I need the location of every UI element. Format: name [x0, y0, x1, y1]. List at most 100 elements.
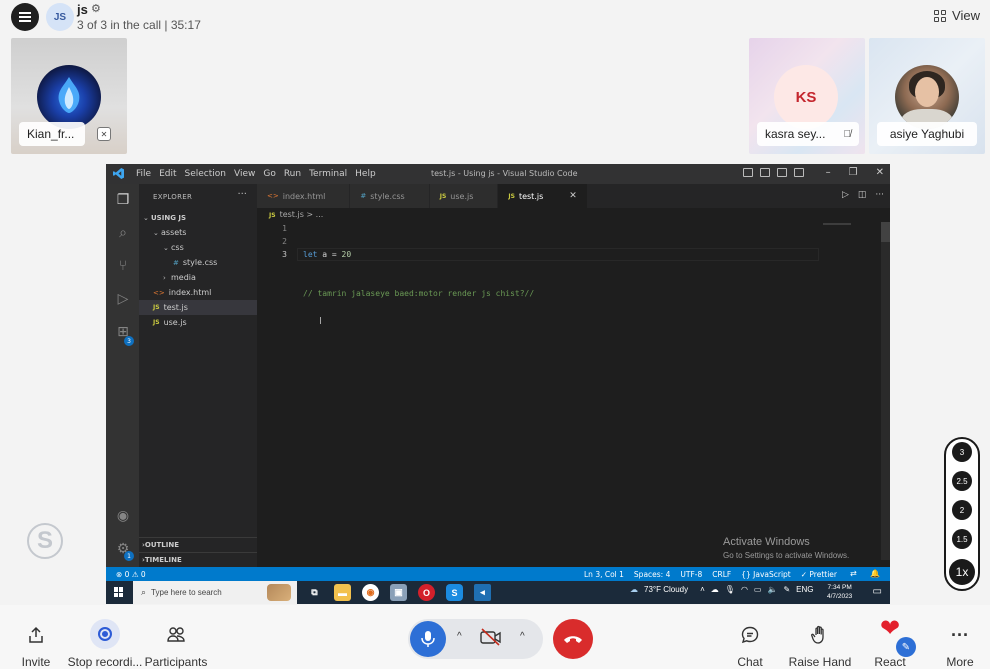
- menu-item[interactable]: File: [136, 169, 151, 179]
- menu-item[interactable]: Edit: [159, 169, 176, 179]
- code-editor[interactable]: <> index.html # style.css JS use.js JS test.js ✕…: [257, 184, 890, 567]
- invite-button[interactable]: Invite: [16, 605, 56, 669]
- taskbar-clock[interactable]: 7:34 PM 4/7/2023: [827, 583, 852, 601]
- code-content[interactable]: let a = 20 // tamrin jalaseye baed:motor…: [303, 222, 534, 365]
- opera-icon[interactable]: O: [418, 584, 435, 601]
- remote-icon[interactable]: ⇄: [850, 569, 857, 578]
- action-center-icon[interactable]: ▭: [873, 586, 882, 597]
- status-item[interactable]: CRLF: [712, 570, 731, 579]
- toggle-sidebar-icon[interactable]: [760, 168, 770, 177]
- microphone-button[interactable]: [410, 621, 446, 657]
- onedrive-icon[interactable]: ☁: [711, 585, 719, 594]
- skype-icon[interactable]: S: [446, 584, 463, 601]
- menu-item[interactable]: Terminal: [309, 169, 347, 179]
- app-icon[interactable]: ▣: [390, 584, 407, 601]
- browser-icon[interactable]: ◉: [362, 584, 379, 601]
- close-icon[interactable]: ✕: [876, 167, 884, 178]
- participant-tile-kian[interactable]: Kian_fr... ✕: [11, 38, 127, 154]
- group-avatar[interactable]: JS: [46, 3, 74, 31]
- toggle-panel-icon[interactable]: [743, 168, 753, 177]
- editor-tab[interactable]: JS use.js: [429, 184, 499, 208]
- zoom-level-2[interactable]: 2: [952, 500, 972, 520]
- mic-icon[interactable]: 🎙: [725, 585, 735, 594]
- account-icon[interactable]: ◉: [114, 507, 132, 525]
- status-item[interactable]: ✓ Prettier: [801, 570, 837, 579]
- settings-gear-icon[interactable]: ⚙: [91, 2, 101, 15]
- editor-tabs: <> index.html # style.css JS use.js JS test.js ✕: [257, 184, 890, 208]
- pen-icon[interactable]: ✎: [896, 637, 916, 657]
- mic-options-chevron-icon[interactable]: ^: [457, 631, 462, 642]
- vertical-scrollbar[interactable]: [881, 222, 890, 560]
- hamburger-menu-button[interactable]: [11, 3, 39, 31]
- file-explorer-icon[interactable]: ▬: [334, 584, 351, 601]
- close-tab-icon[interactable]: ✕: [569, 191, 577, 201]
- tree-item[interactable]: # style.css: [139, 255, 257, 270]
- status-item[interactable]: UTF-8: [680, 570, 702, 579]
- stop-recording-button[interactable]: Stop recordi...: [68, 605, 142, 669]
- tree-item[interactable]: JS use.js: [139, 315, 257, 330]
- split-editor-icon[interactable]: ◫: [858, 190, 867, 200]
- explorer-files-icon[interactable]: ❐: [114, 191, 132, 209]
- toggle-secondary-sidebar-icon[interactable]: [777, 168, 787, 177]
- notifications-bell-icon[interactable]: 🔔: [870, 569, 880, 578]
- tray-chevron-icon[interactable]: ˄: [700, 585, 705, 594]
- menu-item[interactable]: Help: [355, 169, 376, 179]
- menu-item[interactable]: View: [234, 169, 255, 179]
- raise-hand-button[interactable]: Raise Hand: [789, 605, 851, 669]
- zoom-level-3[interactable]: 3: [952, 442, 972, 462]
- tree-item[interactable]: › media: [139, 270, 257, 285]
- menu-item[interactable]: Go: [263, 169, 275, 179]
- camera-off-button[interactable]: [480, 628, 502, 650]
- menu-item[interactable]: Selection: [185, 169, 226, 179]
- tree-item[interactable]: <> index.html: [139, 285, 257, 300]
- participant-tile-kasra[interactable]: KS kasra sey... 🎙̸: [749, 38, 865, 154]
- weather-text[interactable]: 73°F Cloudy: [644, 585, 688, 594]
- source-control-icon[interactable]: ⑂: [114, 257, 132, 275]
- status-item[interactable]: {} JavaScript: [741, 570, 791, 579]
- task-view-icon[interactable]: ⧉: [306, 584, 323, 601]
- breadcrumb[interactable]: JS test.js > ...: [269, 210, 323, 219]
- react-button[interactable]: ❤ ✎ React: [872, 605, 916, 669]
- windows-start-icon[interactable]: [114, 587, 124, 597]
- tree-item[interactable]: ⌄ assets: [139, 225, 257, 240]
- battery-icon[interactable]: ▭: [754, 585, 762, 594]
- tree-item[interactable]: JS test.js: [139, 300, 257, 315]
- language-indicator[interactable]: ENG: [796, 585, 813, 594]
- zoom-level-2-5[interactable]: 2.5: [952, 471, 972, 491]
- zoom-level-1x[interactable]: 1x: [949, 559, 975, 585]
- tree-item[interactable]: ⌄ css: [139, 240, 257, 255]
- minimap[interactable]: [823, 223, 851, 225]
- view-button[interactable]: View: [934, 8, 980, 23]
- outline-section[interactable]: › OUTLINE: [139, 537, 257, 552]
- participants-button[interactable]: Participants: [145, 605, 207, 669]
- more-actions-icon[interactable]: ···: [237, 189, 247, 200]
- wifi-icon[interactable]: ◠: [741, 585, 748, 594]
- editor-tab[interactable]: <> index.html: [257, 184, 351, 208]
- editor-tab[interactable]: JS test.js ✕: [498, 184, 588, 208]
- camera-options-chevron-icon[interactable]: ^: [520, 631, 525, 642]
- editor-tab[interactable]: # style.css: [350, 184, 430, 208]
- status-item[interactable]: Spaces: 4: [634, 570, 670, 579]
- zoom-level-1-5[interactable]: 1.5: [952, 529, 972, 549]
- problems-indicator[interactable]: ⊗ 0 ⚠ 0: [116, 570, 146, 579]
- more-button[interactable]: ··· More: [944, 605, 976, 669]
- taskbar-search[interactable]: ⌕ Type here to search: [133, 581, 297, 604]
- tree-item[interactable]: ⌄ USING JS: [139, 210, 257, 225]
- chat-button[interactable]: Chat: [735, 605, 765, 669]
- status-item[interactable]: Ln 3, Col 1: [584, 570, 624, 579]
- vscode-taskbar-icon[interactable]: ◂: [474, 584, 491, 601]
- menu-item[interactable]: Run: [284, 169, 301, 179]
- timeline-section[interactable]: › TIMELINE: [139, 552, 257, 567]
- minimize-icon[interactable]: –: [826, 167, 831, 178]
- customize-layout-icon[interactable]: [794, 168, 804, 177]
- search-icon[interactable]: ⌕: [114, 224, 132, 242]
- end-call-button[interactable]: [553, 619, 593, 659]
- restore-icon[interactable]: ❐: [849, 167, 858, 178]
- participant-tile-asiye[interactable]: asiye Yaghubi: [869, 38, 985, 154]
- scrollbar-thumb[interactable]: [881, 222, 890, 242]
- pen-icon[interactable]: ✎: [783, 585, 790, 594]
- more-actions-icon[interactable]: ···: [875, 190, 884, 200]
- run-icon[interactable]: ▷: [842, 190, 849, 200]
- volume-icon[interactable]: 🔈: [767, 585, 777, 594]
- run-debug-icon[interactable]: ▷: [114, 290, 132, 308]
